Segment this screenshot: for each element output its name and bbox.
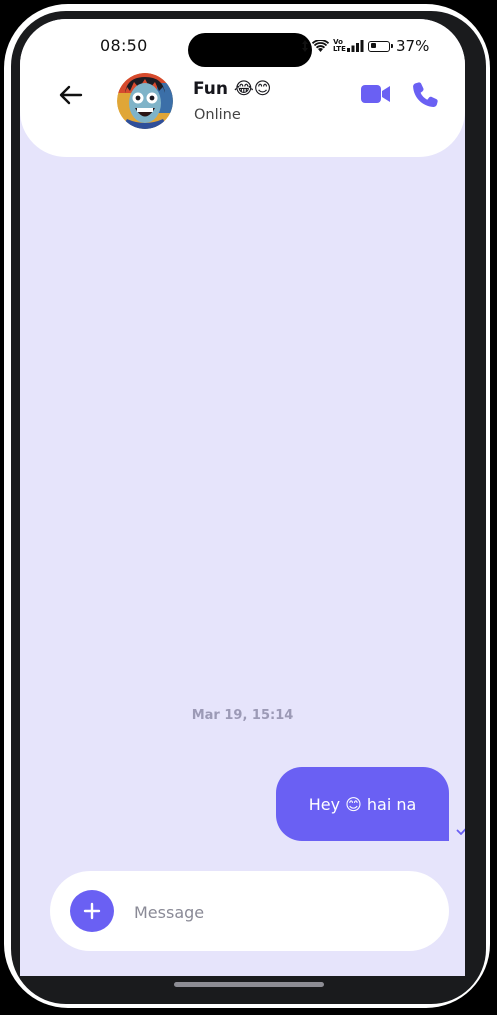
message-composer xyxy=(50,871,449,951)
home-indicator[interactable] xyxy=(174,982,324,987)
outgoing-message-bubble[interactable]: Hey 😊 hai na xyxy=(276,767,449,841)
video-camera-icon xyxy=(361,85,390,103)
back-button[interactable] xyxy=(56,83,86,107)
battery-icon xyxy=(368,40,393,52)
battery-fill xyxy=(370,43,377,48)
dynamic-island xyxy=(188,33,312,67)
contact-online-status: Online xyxy=(194,107,241,123)
contact-avatar[interactable] xyxy=(117,73,173,129)
video-call-button[interactable] xyxy=(360,81,392,107)
volte-label: Vo LTE xyxy=(333,38,346,53)
avatar-image xyxy=(117,73,173,129)
status-bar-icons: Vo LTE 37% xyxy=(302,37,429,55)
signal-bars-icon xyxy=(347,40,364,52)
plus-icon xyxy=(83,902,101,920)
date-separator: Mar 19, 15:14 xyxy=(191,708,294,723)
status-bar-time: 08:50 xyxy=(100,36,148,55)
arrow-left-icon xyxy=(59,85,83,105)
phone-icon xyxy=(413,82,438,108)
wifi-icon xyxy=(312,39,329,52)
chat-screen: 08:50 Vo LTE 37% Fun 😂😊 Online Mar 19, 1… xyxy=(20,19,465,976)
voice-call-button[interactable] xyxy=(410,80,440,110)
chat-header: 08:50 Vo LTE 37% Fun 😂😊 Online xyxy=(20,19,465,157)
checkmark-icon xyxy=(456,828,465,835)
message-input[interactable] xyxy=(132,891,426,933)
data-arrows-icon xyxy=(302,40,308,52)
contact-name: Fun 😂😊 xyxy=(193,79,272,99)
message-text: Hey 😊 hai na xyxy=(308,794,417,814)
add-attachment-button[interactable] xyxy=(70,890,114,932)
battery-percent: 37% xyxy=(396,37,430,55)
